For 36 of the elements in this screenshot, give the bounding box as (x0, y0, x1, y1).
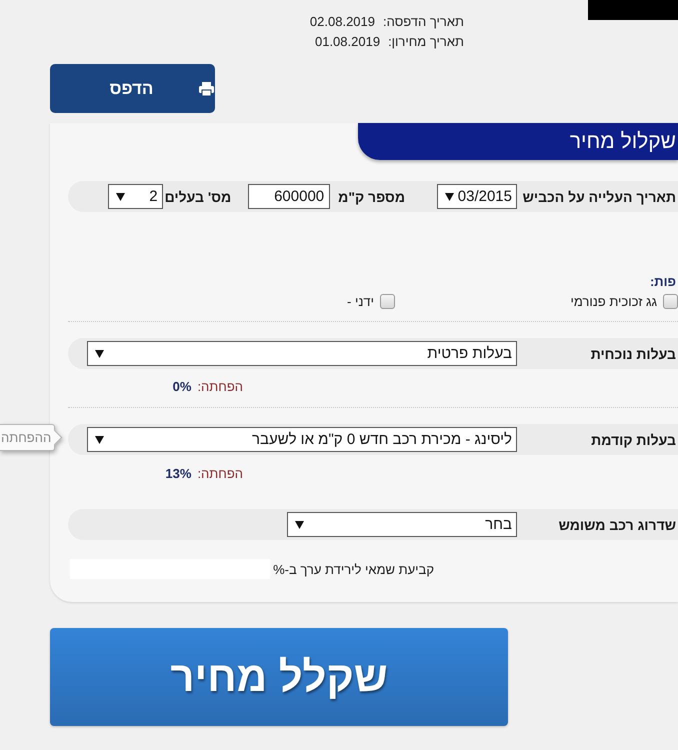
calculate-button[interactable]: שקלל מחיר (50, 628, 508, 726)
field-label: מס' בעלים (164, 188, 232, 204)
dropdown[interactable]: ליסינג - מכירת רכב חדש 0 ק"מ או לשעבר (87, 427, 517, 452)
checkbox[interactable] (663, 294, 678, 309)
caret-icon (295, 520, 304, 528)
dropdown[interactable]: בעלות פרטית (87, 341, 517, 366)
field-label: מספר ק"מ (338, 188, 405, 204)
field-label: בעלות נוכחית (590, 346, 677, 362)
discount-label: הפחתה: (197, 466, 243, 480)
date-label: תאריך הדפסה: (383, 13, 464, 31)
date-value: 01.08.2019 (314, 33, 380, 51)
discount-label: הפחתה: (197, 378, 243, 394)
field-label: בעלות קודמת (590, 432, 677, 448)
input-field[interactable]: 600000 (248, 184, 330, 209)
dropdown[interactable]: בחר (287, 512, 517, 537)
field-label: שדרוג רכב משומש (558, 516, 677, 532)
caret-icon (116, 192, 125, 200)
dropdown[interactable]: 2 (108, 184, 163, 209)
print-button[interactable]: הדפס (50, 64, 215, 113)
caret-icon (445, 192, 454, 200)
checkbox-label: ידני - (347, 294, 374, 309)
caret-icon (95, 436, 104, 444)
field-label: קביעת שמאי לירידת ערך ב-% (273, 562, 434, 576)
caret-icon (95, 350, 104, 358)
checkbox[interactable] (380, 294, 395, 309)
date-value: 02.08.2019 (310, 13, 375, 31)
panel-title: שקלול מחיר (358, 123, 678, 160)
date-label: תאריך מחירון: (388, 33, 464, 51)
dropdown[interactable]: 03/2015 (437, 184, 517, 209)
tooltip: ההפחתה (0, 424, 64, 451)
field-label: תאריך העלייה על הכביש (522, 188, 677, 204)
printer-icon (199, 82, 214, 96)
discount-value: 13% (165, 466, 192, 480)
checkbox-label: גג זכוכית פנורמי (570, 294, 657, 309)
discount-value: 0% (172, 378, 192, 394)
section-heading: פות: (650, 274, 677, 289)
